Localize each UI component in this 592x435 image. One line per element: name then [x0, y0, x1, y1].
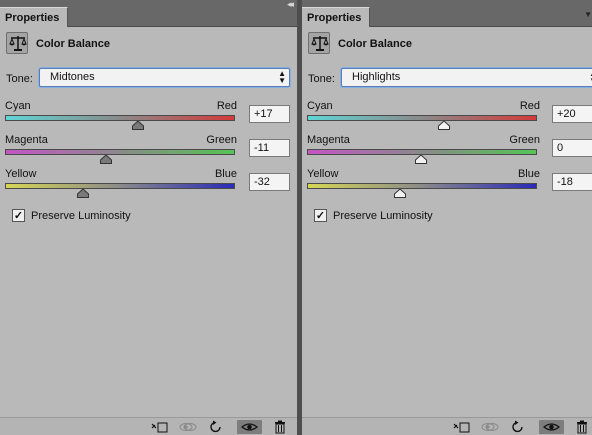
- reset-icon[interactable]: [509, 420, 529, 434]
- magenta-green-value-input[interactable]: 0: [552, 139, 592, 157]
- yellow-label: Yellow: [307, 168, 339, 180]
- yellow-blue-value-input[interactable]: -18: [552, 173, 592, 191]
- clip-to-layer-icon[interactable]: [452, 420, 472, 434]
- balance-scale-icon: [6, 32, 28, 54]
- blue-label: Blue: [517, 168, 540, 180]
- yellow-label: Yellow: [5, 168, 37, 180]
- tone-label: Tone:: [6, 73, 33, 85]
- cyan-red-track[interactable]: [307, 115, 537, 121]
- tone-label: Tone:: [308, 73, 335, 85]
- preserve-luminosity-checkbox[interactable]: ✓: [314, 209, 327, 222]
- select-arrows-icon: ▲▼: [278, 69, 286, 85]
- clip-to-layer-icon[interactable]: [150, 420, 170, 434]
- collapse-panel-icon[interactable]: ◂◂: [287, 0, 294, 9]
- properties-panel-midtones: Properties ◂◂ Color Balance Tone: Midton…: [0, 0, 297, 435]
- red-label: Red: [519, 100, 540, 112]
- magenta-label: Magenta: [5, 134, 48, 146]
- tab-properties[interactable]: Properties: [0, 7, 69, 27]
- magenta-label: Magenta: [307, 134, 350, 146]
- preserve-luminosity-checkbox[interactable]: ✓: [12, 209, 25, 222]
- reset-icon[interactable]: [207, 420, 227, 434]
- properties-panel-highlights: Properties ▼ Color Balance Tone: Highlig…: [302, 0, 592, 435]
- tab-properties[interactable]: Properties: [302, 7, 371, 27]
- panel-tab-bar: Properties ◂◂: [0, 0, 297, 27]
- preserve-luminosity-label: Preserve Luminosity: [333, 210, 433, 222]
- blue-label: Blue: [214, 168, 237, 180]
- delete-icon[interactable]: [270, 420, 290, 434]
- cyan-red-track[interactable]: [5, 115, 235, 121]
- adjustment-title: Color Balance: [338, 38, 412, 50]
- tone-select[interactable]: Highlights ▲▼: [341, 68, 592, 87]
- yellow-blue-slider-row: Yellow Blue -18: [302, 168, 592, 208]
- panel-footer: [302, 417, 592, 435]
- panel-tab-bar: Properties ▼: [302, 0, 592, 27]
- magenta-green-value-input[interactable]: -11: [249, 139, 290, 157]
- cyan-red-value-input[interactable]: +20: [552, 105, 592, 123]
- balance-scale-icon: [308, 32, 330, 54]
- panel-menu-icon[interactable]: ▼: [584, 10, 592, 19]
- delete-icon[interactable]: [572, 420, 592, 434]
- yellow-blue-track[interactable]: [307, 183, 537, 189]
- tone-select[interactable]: Midtones ▲ ▼: [39, 68, 290, 87]
- view-previous-state-icon[interactable]: [178, 420, 198, 434]
- panel-footer: [0, 417, 297, 435]
- view-previous-state-icon[interactable]: [480, 420, 500, 434]
- green-label: Green: [509, 134, 540, 146]
- preserve-luminosity-label: Preserve Luminosity: [31, 210, 131, 222]
- cyan-red-value-input[interactable]: +17: [249, 105, 290, 123]
- adjustment-title: Color Balance: [36, 38, 110, 50]
- visibility-eye-icon[interactable]: [237, 420, 262, 434]
- visibility-eye-icon[interactable]: [539, 420, 564, 434]
- cyan-label: Cyan: [5, 100, 31, 112]
- magenta-green-track[interactable]: [5, 149, 235, 155]
- yellow-blue-slider-row: Yellow Blue -32: [0, 168, 297, 208]
- cyan-label: Cyan: [307, 100, 333, 112]
- yellow-blue-track[interactable]: [5, 183, 235, 189]
- tone-select-value: Highlights: [352, 71, 401, 83]
- tone-select-value: Midtones: [50, 71, 95, 83]
- yellow-blue-value-input[interactable]: -32: [249, 173, 290, 191]
- red-label: Red: [216, 100, 237, 112]
- green-label: Green: [206, 134, 237, 146]
